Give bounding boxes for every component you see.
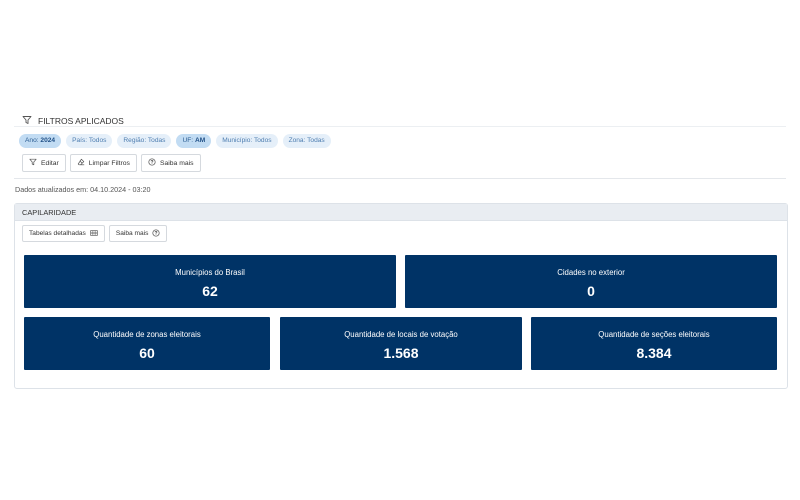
help-button[interactable]: Saiba mais: [140, 154, 201, 172]
stat-tile-zonas: Quantidade de zonas eleitorais 60: [24, 317, 270, 370]
stat-value: 60: [139, 345, 155, 361]
stat-value: 8.384: [636, 345, 672, 361]
filters-panel: FILTROS APLICADOS Ano: 2024 País: Todos …: [14, 108, 786, 179]
filter-chip-ano[interactable]: Ano: 2024: [19, 134, 62, 148]
question-icon: [148, 158, 156, 168]
stat-label: Cidades no exterior: [557, 268, 625, 277]
edit-label: Editar: [41, 159, 59, 167]
stat-tile-locais: Quantidade de locais de votação 1.568: [280, 317, 522, 370]
filter-chip-municipio[interactable]: Município: Todos: [216, 134, 278, 148]
filter-chip-regiao[interactable]: Região: Todas: [117, 134, 172, 148]
filter-chip-uf[interactable]: UF: AM: [176, 134, 212, 148]
chip-label: Zona: Todas: [288, 137, 325, 144]
question-icon: [152, 228, 161, 239]
clear-filters-button[interactable]: Limpar Filtros: [69, 154, 137, 172]
stat-tile-secoes: Quantidade de seções eleitorais 8.384: [531, 317, 777, 370]
stat-tile-cidades-exterior: Cidades no exterior 0: [405, 255, 777, 308]
help-button[interactable]: Saiba mais: [108, 225, 168, 242]
filter-chips: Ano: 2024 País: Todos Região: Todas UF: …: [19, 134, 331, 148]
last-updated-text: Dados atualizados em: 04.10.2024 - 03:20: [15, 185, 151, 194]
chip-label: País: Todos: [72, 137, 107, 144]
stat-label: Quantidade de zonas eleitorais: [93, 330, 201, 339]
chip-value: AM: [194, 137, 206, 144]
stat-value: 62: [202, 283, 218, 299]
divider: [14, 126, 786, 127]
stat-value: 1.568: [383, 345, 419, 361]
chip-label: Região: Todas: [123, 137, 166, 144]
help-label: Saiba mais: [115, 230, 149, 237]
chip-value: 2024: [40, 137, 56, 144]
stat-label: Quantidade de locais de votação: [344, 330, 458, 339]
filter-actions: Editar Limpar Filtros Saiba mais: [22, 154, 201, 172]
stat-label: Municípios do Brasil: [175, 268, 245, 277]
detailed-tables-button[interactable]: Tabelas detalhadas: [22, 225, 105, 242]
edit-button[interactable]: Editar: [22, 154, 66, 172]
detailed-tables-label: Tabelas detalhadas: [29, 230, 86, 237]
filter-icon: [29, 158, 37, 168]
eraser-icon: [77, 158, 85, 168]
filters-title: FILTROS APLICADOS: [38, 116, 124, 126]
chip-label: Ano:: [25, 137, 41, 144]
help-label: Saiba mais: [159, 159, 194, 167]
filter-chip-zona[interactable]: Zona: Todas: [282, 134, 331, 148]
capilaridade-card: CAPILARIDADE Tabelas detalhadas Saiba ma…: [14, 203, 788, 389]
stat-label: Quantidade de seções eleitorais: [598, 330, 710, 339]
stat-tile-municipios: Municípios do Brasil 62: [24, 255, 396, 308]
chip-label: UF:: [182, 137, 195, 144]
card-actions: Tabelas detalhadas Saiba mais: [22, 225, 168, 242]
chip-label: Município: Todos: [222, 137, 272, 144]
stat-value: 0: [587, 283, 595, 299]
card-title: CAPILARIDADE: [15, 204, 787, 221]
clear-filters-label: Limpar Filtros: [88, 159, 130, 167]
filter-chip-pais[interactable]: País: Todos: [66, 134, 113, 148]
table-icon: [90, 229, 98, 239]
